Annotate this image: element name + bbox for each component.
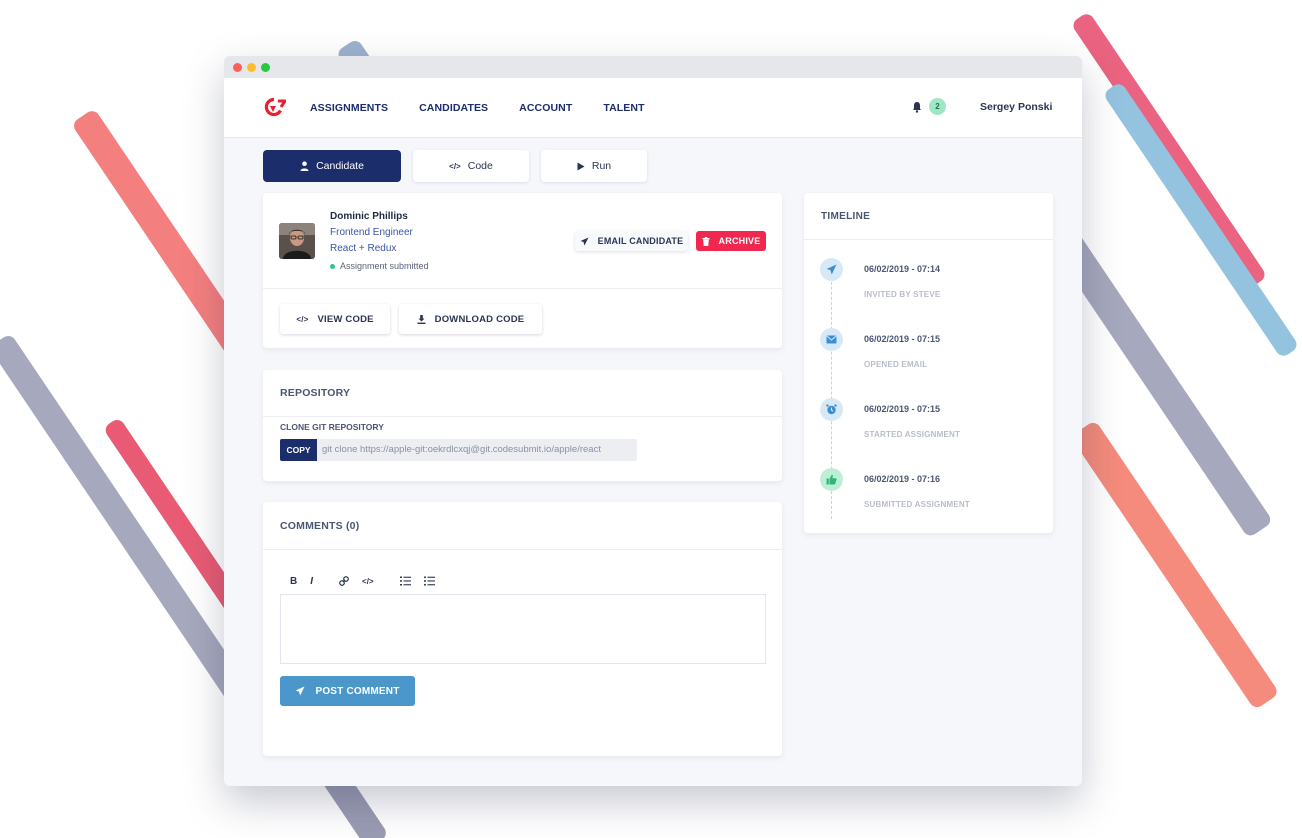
bullet-list-icon[interactable] [423,576,435,586]
candidate-avatar [279,223,315,259]
nav-candidates[interactable]: CANDIDATES [419,102,488,114]
browser-window: ASSIGNMENTS CANDIDATES ACCOUNT TALENT 2 … [224,56,1082,786]
timeline-event-date: 06/02/2019 - 07:15 [864,334,941,344]
ordered-list-icon[interactable] [399,576,411,586]
tab-run-label: Run [591,160,612,172]
send-icon [295,686,305,696]
email-candidate-label: EMAIL CANDIDATE [597,236,684,246]
archive-label: ARCHIVE [718,236,761,246]
candidate-title: Frontend Engineer [330,227,413,238]
nav-account[interactable]: ACCOUNT [519,102,572,114]
thumbs-up-icon [826,474,837,485]
comment-editor-textarea[interactable] [280,594,766,664]
main-navigation: ASSIGNMENTS CANDIDATES ACCOUNT TALENT [310,78,645,138]
decorative-stripe [1070,11,1268,289]
card-divider [263,549,782,550]
tab-code[interactable]: </> Code [413,150,529,182]
copy-button[interactable]: COPY [280,439,317,461]
bell-icon[interactable] [912,101,922,113]
bold-button[interactable]: B [290,576,297,587]
code-icon: </> [296,314,309,324]
timeline-title: TIMELINE [821,211,871,222]
timeline-event-icon [820,468,843,491]
link-icon[interactable] [339,576,349,586]
candidate-name: Dominic Phillips [330,211,408,222]
post-comment-label: POST COMMENT [315,685,400,697]
code-icon[interactable]: </> [362,577,374,586]
window-titlebar [224,56,1082,78]
alarm-clock-icon [826,404,837,415]
email-candidate-button[interactable]: EMAIL CANDIDATE [575,231,688,251]
timeline-event-date: 06/02/2019 - 07:16 [864,474,941,484]
candidate-stack: React + Redux [330,243,397,254]
nav-assignments[interactable]: ASSIGNMENTS [310,102,388,114]
timeline-card: TIMELINE 06/02/2019 - 07:14 INVITED BY S… [804,193,1053,533]
envelope-icon [826,335,837,344]
avatar-photo [279,223,315,259]
trash-icon [702,236,710,246]
user-icon [300,161,309,171]
download-code-label: DOWNLOAD CODE [434,313,525,325]
tab-code-label: Code [467,160,493,172]
clone-command-text: git clone https://apple-git:oekrdlcxqj@g… [322,444,601,455]
user-menu[interactable]: Sergey Ponski [980,101,1052,113]
status-dot [330,263,335,269]
maximize-window-button[interactable] [261,62,270,72]
timeline-event-date: 06/02/2019 - 07:14 [864,264,941,274]
nav-talent[interactable]: TALENT [603,102,644,114]
view-code-button[interactable]: </> VIEW CODE [280,304,390,334]
play-icon [577,162,585,170]
decorative-stripe [1070,419,1280,711]
clone-repository-label: CLONE GIT REPOSITORY [280,422,384,432]
tab-candidate[interactable]: Candidate [263,150,401,182]
card-divider [263,416,782,417]
notification-count-badge[interactable]: 2 [929,98,946,115]
send-icon [580,237,589,245]
top-navbar: ASSIGNMENTS CANDIDATES ACCOUNT TALENT 2 … [224,78,1082,138]
close-window-button[interactable] [233,62,242,72]
post-comment-button[interactable]: POST COMMENT [280,676,415,706]
timeline-event-icon [820,258,843,281]
clone-command-field[interactable]: git clone https://apple-git:oekrdlcxqj@g… [317,439,637,461]
candidate-card: Dominic Phillips Frontend Engineer React… [263,193,782,348]
candidate-status-text: Assignment submitted [340,261,429,271]
timeline-event-icon [820,398,843,421]
timeline-event-date: 06/02/2019 - 07:15 [864,404,941,414]
repository-title: REPOSITORY [280,387,351,399]
card-divider [804,239,1053,240]
brand-logo-icon[interactable] [262,97,286,117]
timeline-event-label: OPENED EMAIL [864,360,928,369]
send-icon [826,264,837,275]
timeline-event-label: STARTED ASSIGNMENT [864,430,961,439]
archive-button[interactable]: ARCHIVE [696,231,766,251]
tab-candidate-label: Candidate [316,160,364,172]
download-icon [417,314,426,324]
tab-run[interactable]: Run [541,150,647,182]
italic-button[interactable]: I [310,576,313,587]
comments-card: COMMENTS (0) B I </> POST COMMENT [263,502,782,756]
candidate-status: Assignment submitted [330,261,429,271]
view-code-label: VIEW CODE [317,313,374,325]
card-divider [263,288,782,289]
code-icon: </> [449,161,461,171]
repository-card: REPOSITORY CLONE GIT REPOSITORY COPY git… [263,370,782,481]
download-code-button[interactable]: DOWNLOAD CODE [399,304,542,334]
minimize-window-button[interactable] [247,62,256,72]
timeline-event-icon [820,328,843,351]
timeline-event-label: INVITED BY STEVE [864,290,941,299]
comment-editor-toolbar: B I </> [280,568,766,594]
comments-title: COMMENTS (0) [280,520,360,532]
timeline-event-label: SUBMITTED ASSIGNMENT [864,500,970,509]
